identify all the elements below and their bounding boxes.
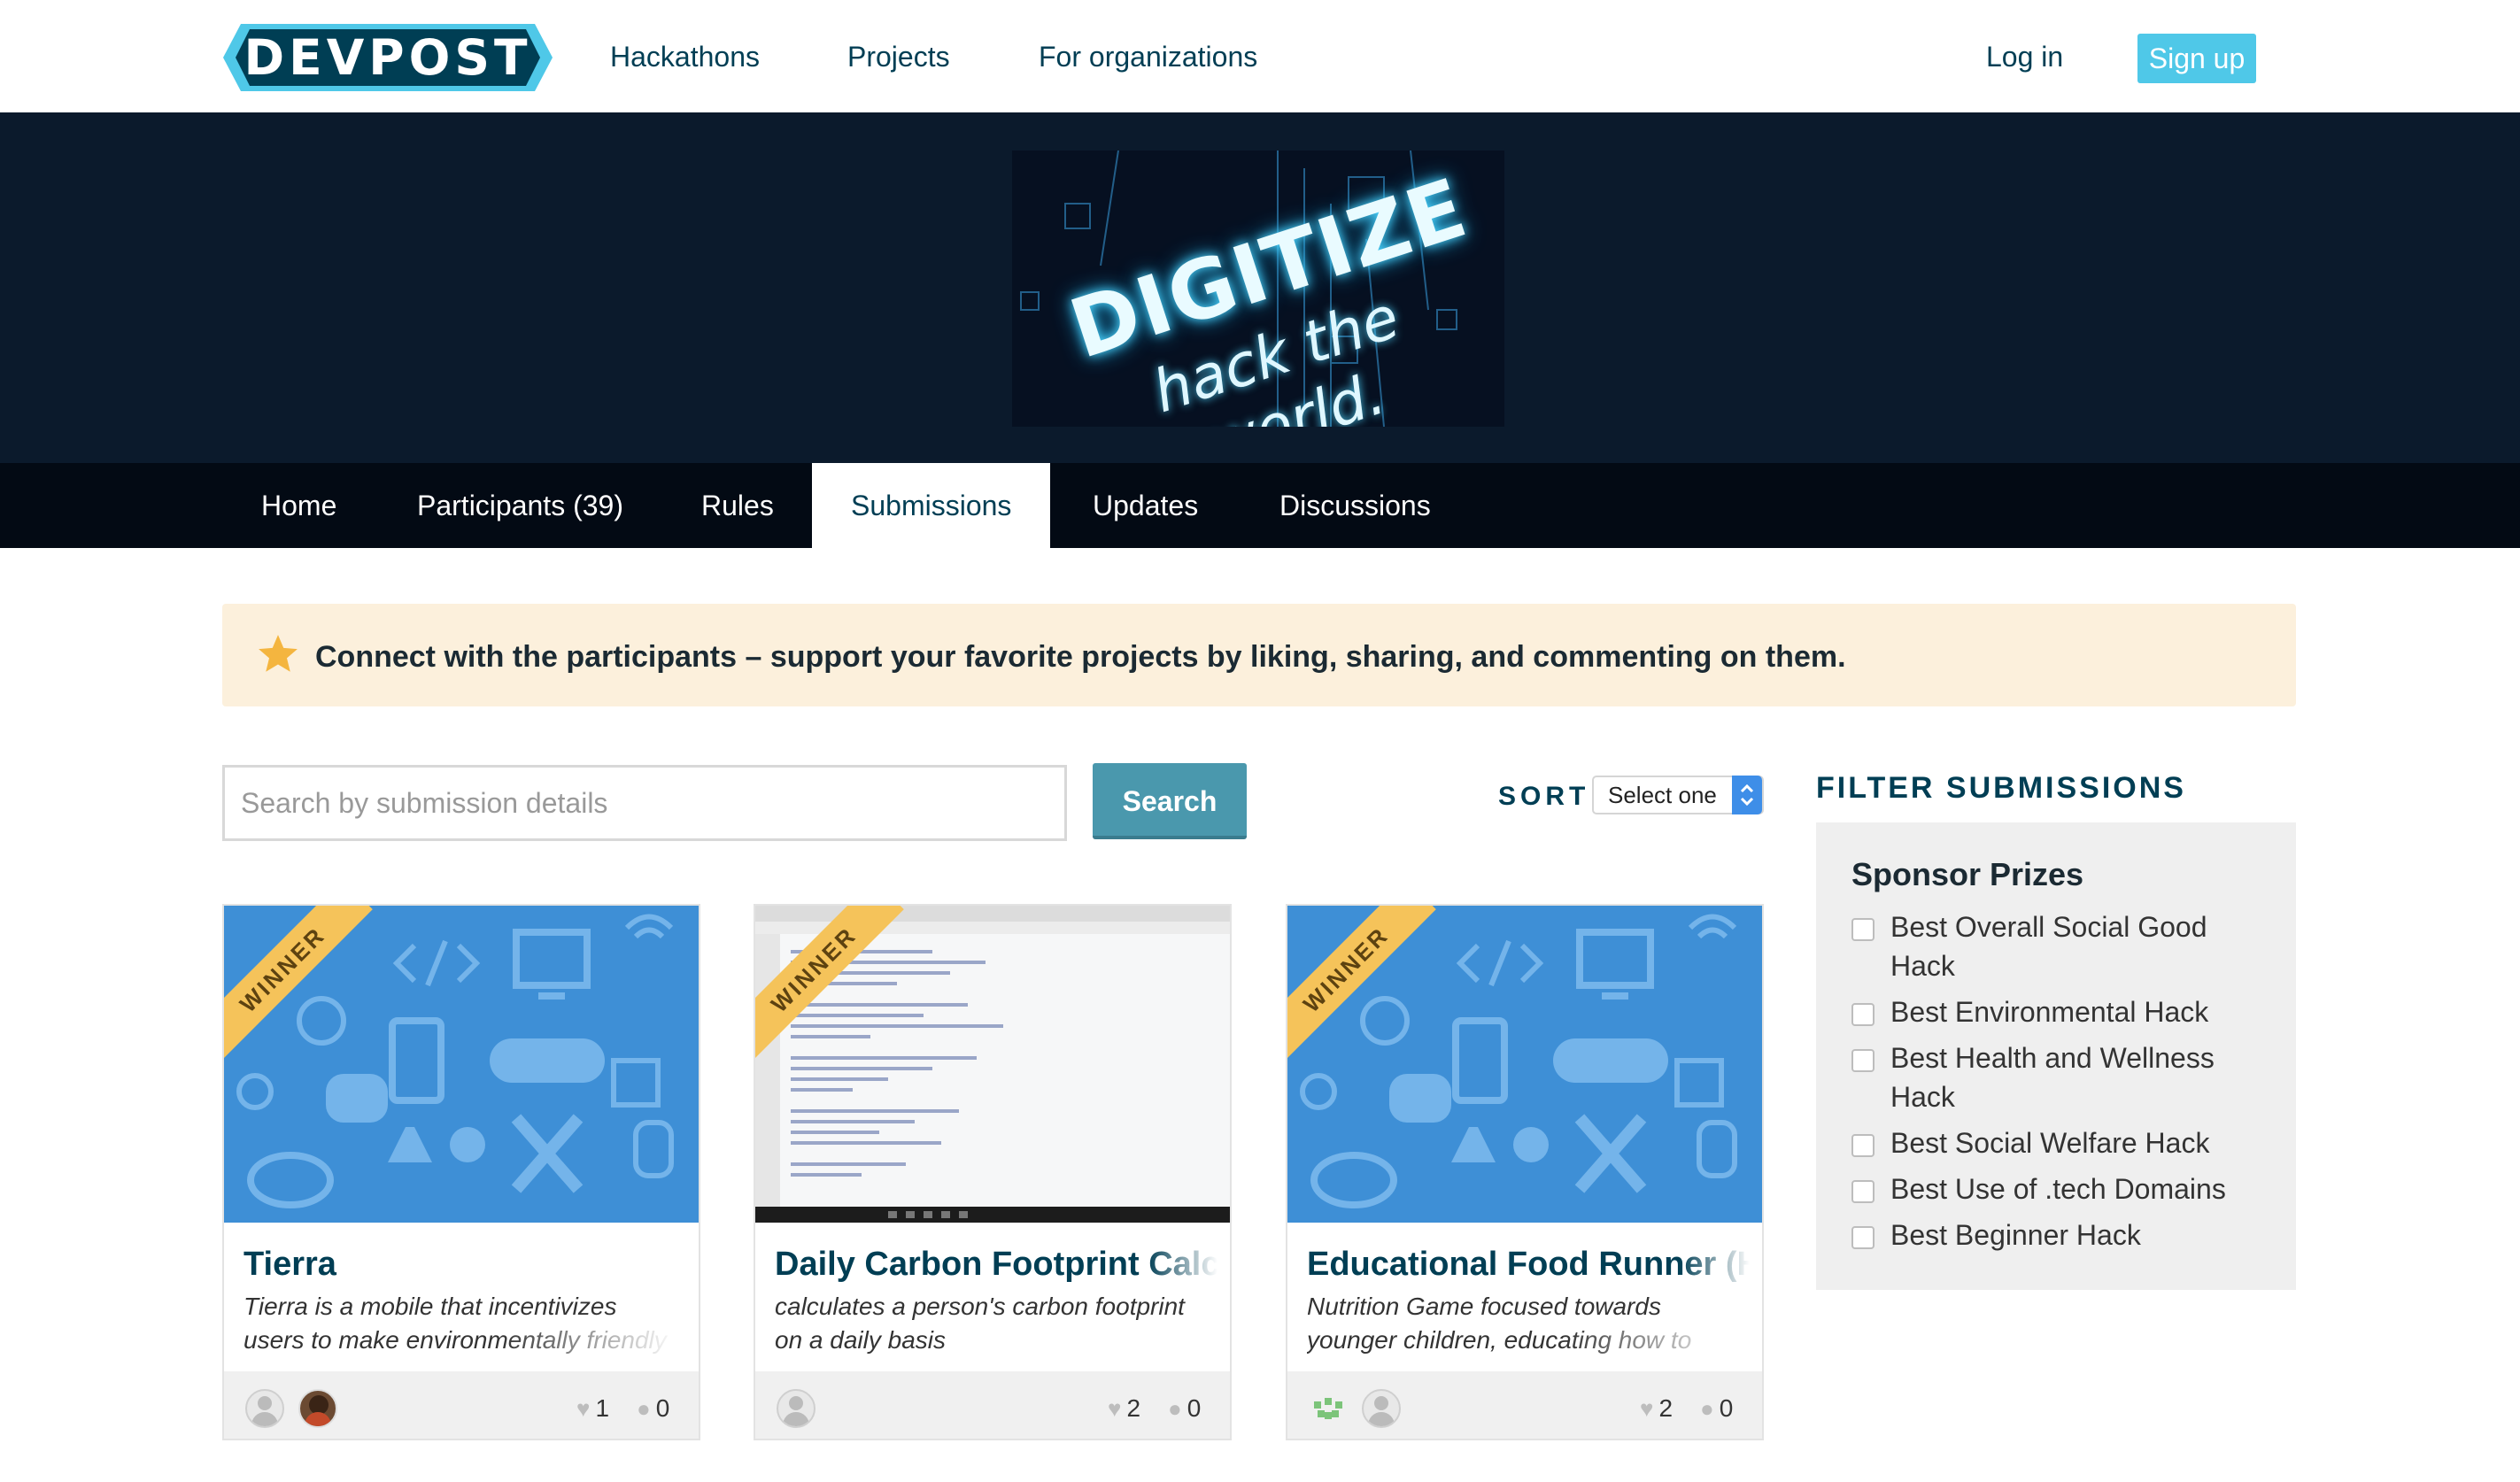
tab-rules[interactable]: Rules	[662, 463, 813, 548]
checkbox[interactable]	[1851, 1226, 1875, 1249]
nav-projects[interactable]: Projects	[847, 35, 950, 78]
avatar[interactable]	[777, 1389, 816, 1428]
signup-button[interactable]: Sign up	[2137, 34, 2256, 83]
prize-filter-item[interactable]: Best Beginner Hack	[1851, 1216, 2268, 1254]
submission-description: Nutrition Game focused towards younger c…	[1307, 1290, 1741, 1361]
prize-filter-item[interactable]: Best Environmental Hack	[1851, 992, 2268, 1031]
submission-thumbnail[interactable]: WINNER	[1287, 906, 1762, 1223]
prize-filter-item[interactable]: Best Health and Wellness Hack	[1851, 1038, 2268, 1116]
heart-icon: ♥	[1108, 1395, 1122, 1422]
hackathon-banner-image: DIGITIZE hack the world.	[1012, 151, 1504, 427]
comment-icon: ●	[637, 1395, 651, 1422]
likes-count[interactable]: ♥ 2	[1108, 1393, 1140, 1424]
submission-footer: ♥ 1 ● 0	[224, 1371, 699, 1439]
checkbox[interactable]	[1851, 1003, 1875, 1026]
submission-footer: ♥ 2 ● 0	[1287, 1371, 1762, 1439]
prize-label: Best Use of .tech Domains	[1890, 1173, 2226, 1205]
heart-icon: ♥	[1640, 1395, 1654, 1422]
sort-label: SORT	[1498, 782, 1590, 811]
search-input[interactable]	[222, 765, 1067, 841]
checkbox[interactable]	[1851, 918, 1875, 941]
prize-filter-item[interactable]: Best Social Welfare Hack	[1851, 1123, 2268, 1162]
avatar[interactable]	[245, 1389, 284, 1428]
filter-section-title: Sponsor Prizes	[1851, 856, 2084, 892]
tab-discussions[interactable]: Discussions	[1241, 463, 1470, 548]
search-button[interactable]: Search	[1093, 763, 1247, 839]
submission-card[interactable]: WINNER Daily Carbon Footprint Calcul cal…	[754, 904, 1232, 1440]
likes-count[interactable]: ♥ 1	[576, 1393, 609, 1424]
comments-count[interactable]: ● 0	[1700, 1393, 1733, 1424]
submission-title[interactable]: Educational Food Runner (Ha	[1307, 1242, 1750, 1286]
heart-icon: ♥	[576, 1395, 591, 1422]
star-icon	[259, 635, 298, 672]
logo-text: DEVPOST	[243, 29, 532, 86]
submission-card[interactable]: WINNER Tierra Tierra is a mobile that in…	[222, 904, 700, 1440]
notice-text: Connect with the participants – support …	[315, 640, 1846, 674]
submission-thumbnail[interactable]: WINNER	[755, 906, 1230, 1223]
comments-count[interactable]: ● 0	[637, 1393, 669, 1424]
login-link[interactable]: Log in	[1986, 35, 2063, 78]
prize-label: Best Social Welfare Hack	[1890, 1127, 2210, 1159]
sort-select[interactable]: Select one	[1592, 776, 1764, 814]
comments-count[interactable]: ● 0	[1168, 1393, 1201, 1424]
tab-participants[interactable]: Participants (39)	[378, 463, 662, 548]
filter-panel: Sponsor Prizes Best Overall Social Good …	[1816, 822, 2296, 1290]
hackathon-tabs: Home Participants (39) Rules Submissions…	[0, 463, 2520, 548]
notice-banner: Connect with the participants – support …	[222, 604, 2296, 706]
avatar[interactable]	[1362, 1389, 1401, 1428]
prize-label: Best Overall Social Good Hack	[1890, 911, 2207, 982]
prize-label: Best Environmental Hack	[1890, 996, 2209, 1028]
submission-footer: ♥ 2 ● 0	[755, 1371, 1230, 1439]
submission-title[interactable]: Daily Carbon Footprint Calcul	[775, 1242, 1217, 1286]
comment-icon: ●	[1168, 1395, 1182, 1422]
submission-card[interactable]: WINNER Educational Food Runner (Ha Nutri…	[1286, 904, 1764, 1440]
submission-title[interactable]: Tierra	[243, 1242, 686, 1286]
submission-description: calculates a person's carbon footprint o…	[775, 1290, 1209, 1361]
submission-description: Tierra is a mobile that incentivizes use…	[243, 1290, 677, 1361]
checkbox[interactable]	[1851, 1049, 1875, 1072]
checkbox[interactable]	[1851, 1134, 1875, 1157]
comment-icon: ●	[1700, 1395, 1714, 1422]
likes-count[interactable]: ♥ 2	[1640, 1393, 1673, 1424]
avatar[interactable]	[298, 1389, 337, 1428]
select-arrows-icon	[1732, 776, 1762, 814]
prize-label: Best Health and Wellness Hack	[1890, 1042, 2215, 1113]
tab-submissions[interactable]: Submissions	[812, 463, 1051, 548]
checkbox[interactable]	[1851, 1180, 1875, 1203]
prize-filter-item[interactable]: Best Use of .tech Domains	[1851, 1169, 2268, 1208]
sort-selected-value: Select one	[1608, 782, 1717, 808]
prize-label: Best Beginner Hack	[1890, 1219, 2141, 1251]
submission-thumbnail[interactable]: WINNER	[224, 906, 699, 1223]
devpost-logo[interactable]: DEVPOST	[223, 24, 553, 91]
tab-updates[interactable]: Updates	[1054, 463, 1237, 548]
filter-title: FILTER SUBMISSIONS	[1816, 771, 2186, 805]
nav-hackathons[interactable]: Hackathons	[610, 35, 760, 78]
avatar[interactable]	[1309, 1389, 1348, 1428]
tab-home[interactable]: Home	[222, 463, 375, 548]
prize-filter-item[interactable]: Best Overall Social Good Hack	[1851, 907, 2268, 985]
site-header: DEVPOST Hackathons Projects For organiza…	[0, 0, 2520, 112]
nav-for-organizations[interactable]: For organizations	[1039, 35, 1257, 78]
